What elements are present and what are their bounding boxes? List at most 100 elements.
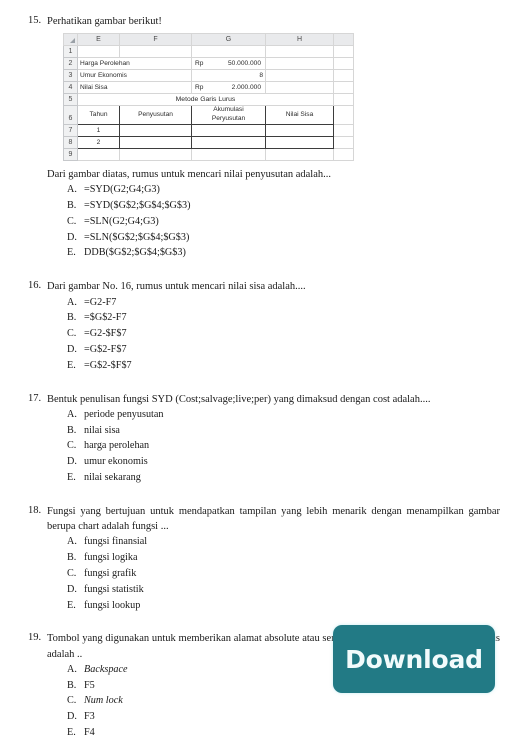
- cell-G2-harga-value[interactable]: Rp 50.000.000: [191, 57, 266, 71]
- cell-G7[interactable]: [191, 124, 266, 137]
- question-16-number: 16.: [28, 280, 42, 292]
- question-17: 17. Bentuk penulisan fungsi SYD (Cost;sa…: [0, 392, 522, 486]
- option-15-b[interactable]: B. =SYD($G$2;$G$4;$G$3): [47, 198, 500, 214]
- row-header-4[interactable]: 4: [63, 81, 78, 95]
- option-17-d[interactable]: D. umur ekonomis: [47, 454, 500, 470]
- cell-H9[interactable]: [265, 148, 334, 161]
- cell-tail-8[interactable]: [333, 136, 354, 149]
- column-header-partial[interactable]: [333, 33, 354, 47]
- cell-E4-nilai-sisa[interactable]: Nilai Sisa: [77, 81, 192, 95]
- cell-H8[interactable]: [265, 136, 334, 149]
- option-15-a[interactable]: A. =SYD(G2;G4;G3): [47, 182, 500, 198]
- cell-F9[interactable]: [119, 148, 192, 161]
- option-18-c-text: fungsi grafik: [84, 567, 137, 579]
- option-18-d[interactable]: D. fungsi statistik: [47, 582, 500, 598]
- cell-H6-header-nilai-sisa[interactable]: Nilai Sisa: [265, 105, 334, 125]
- cell-E8-tahun-2[interactable]: 2: [77, 136, 120, 149]
- option-17-a-letter: A.: [67, 408, 77, 420]
- cell-G1[interactable]: [191, 45, 266, 59]
- option-18-e-text: fungsi lookup: [84, 599, 141, 611]
- row-header-8[interactable]: 8: [63, 136, 78, 149]
- row-header-1[interactable]: 1: [63, 45, 78, 59]
- cell-tail-5[interactable]: [333, 93, 354, 107]
- cell-H7[interactable]: [265, 124, 334, 137]
- row-header-3[interactable]: 3: [63, 69, 78, 83]
- cell-tail-7[interactable]: [333, 124, 354, 137]
- option-18-d-letter: D.: [67, 583, 77, 595]
- option-16-d[interactable]: D. =G$2-F$7: [47, 342, 500, 358]
- option-16-a[interactable]: A. =G2-F7: [47, 295, 500, 311]
- option-19-d[interactable]: D. F3: [47, 709, 500, 725]
- option-15-a-letter: A.: [67, 184, 77, 196]
- spacer-16-17: [0, 374, 522, 392]
- cell-tail-4[interactable]: [333, 81, 354, 95]
- option-17-b[interactable]: B. nilai sisa: [47, 423, 500, 439]
- option-17-a[interactable]: A. periode penyusutan: [47, 407, 500, 423]
- currency-rp-sisa: Rp: [195, 84, 204, 92]
- option-19-c[interactable]: C. Num lock: [47, 693, 500, 709]
- option-15-e[interactable]: E. DDB($G$2;$G$4;$G$3): [47, 245, 500, 261]
- cell-E7-tahun-1[interactable]: 1: [77, 124, 120, 137]
- option-16-b[interactable]: B. =$G$2-F7: [47, 310, 500, 326]
- cell-E1[interactable]: [77, 45, 120, 59]
- row-header-6[interactable]: 6: [63, 105, 78, 125]
- option-15-d-letter: D.: [67, 231, 77, 243]
- column-header-E[interactable]: E: [77, 33, 120, 47]
- question-18: 18. Fungsi yang bertujuan untuk mendapat…: [0, 504, 522, 614]
- cell-tail-6[interactable]: [333, 105, 354, 125]
- cell-F6-header-penyusutan[interactable]: Penyusutan: [119, 105, 192, 125]
- option-15-d[interactable]: D. =SLN($G$2;$G$4;$G$3): [47, 230, 500, 246]
- option-17-c[interactable]: C. harga perolehan: [47, 438, 500, 454]
- question-18-number: 18.: [28, 504, 42, 516]
- option-18-a-text: fungsi finansial: [84, 536, 148, 548]
- cell-E3-umur-ekonomis[interactable]: Umur Ekonomis: [77, 69, 192, 83]
- cell-H2[interactable]: [265, 57, 334, 71]
- cell-E2-harga-perolehan[interactable]: Harga Perolehan: [77, 57, 192, 71]
- cell-G4-nilai-sisa-value[interactable]: Rp 2.000.000: [191, 81, 266, 95]
- cell-tail-1[interactable]: [333, 45, 354, 59]
- row-header-5[interactable]: 5: [63, 93, 78, 107]
- cell-F1[interactable]: [119, 45, 192, 59]
- cell-G3-umur-value[interactable]: 8: [191, 69, 266, 83]
- option-16-c[interactable]: C. =G2-$F$7: [47, 326, 500, 342]
- option-16-a-letter: A.: [67, 296, 77, 308]
- cell-G8[interactable]: [191, 136, 266, 149]
- cell-tail-2[interactable]: [333, 57, 354, 71]
- option-16-b-letter: B.: [67, 312, 77, 324]
- option-16-e-letter: E.: [67, 359, 76, 371]
- option-19-e[interactable]: E. F4: [47, 725, 500, 741]
- column-header-G[interactable]: G: [191, 33, 266, 47]
- cell-F8[interactable]: [119, 136, 192, 149]
- cell-E6-header-tahun[interactable]: Tahun: [77, 105, 120, 125]
- spreadsheet-row-2: 2 Harga Perolehan Rp 50.000.000: [63, 57, 354, 71]
- spreadsheet-row-6: 6 Tahun Penyusutan Akumulasi Peryusutan …: [63, 105, 354, 125]
- option-17-d-text: umur ekonomis: [84, 456, 148, 468]
- option-17-e[interactable]: E. nilai sekarang: [47, 470, 500, 486]
- column-header-F[interactable]: F: [119, 33, 192, 47]
- row-header-9[interactable]: 9: [63, 148, 78, 161]
- cell-H1[interactable]: [265, 45, 334, 59]
- akumulasi-line-2: Peryusutan: [211, 115, 246, 123]
- cell-F7[interactable]: [119, 124, 192, 137]
- cell-H4[interactable]: [265, 81, 334, 95]
- row-header-2[interactable]: 2: [63, 57, 78, 71]
- cell-G9[interactable]: [191, 148, 266, 161]
- cell-tail-9[interactable]: [333, 148, 354, 161]
- option-17-e-text: nilai sekarang: [84, 472, 141, 484]
- cell-G6-header-akumulasi-penyusutan[interactable]: Akumulasi Peryusutan: [191, 105, 266, 125]
- cell-E9[interactable]: [77, 148, 120, 161]
- column-header-H[interactable]: H: [265, 33, 334, 47]
- option-15-c[interactable]: C. =SLN(G2;G4;G3): [47, 214, 500, 230]
- option-18-c[interactable]: C. fungsi grafik: [47, 566, 500, 582]
- cell-merged-metode-garis-lurus[interactable]: Metode Garis Lurus: [77, 93, 334, 107]
- download-button[interactable]: Download: [333, 625, 495, 693]
- option-18-e[interactable]: E. fungsi lookup: [47, 598, 500, 614]
- question-16-options: A. =G2-F7 B. =$G$2-F7 C. =G2-$F$7 D. =G$…: [47, 295, 500, 374]
- cell-H3[interactable]: [265, 69, 334, 83]
- row-header-7[interactable]: 7: [63, 124, 78, 137]
- cell-tail-3[interactable]: [333, 69, 354, 83]
- option-18-a[interactable]: A. fungsi finansial: [47, 534, 500, 550]
- select-all-corner[interactable]: [63, 33, 78, 47]
- option-16-e[interactable]: E. =G$2-$F$7: [47, 358, 500, 374]
- option-18-b[interactable]: B. fungsi logika: [47, 550, 500, 566]
